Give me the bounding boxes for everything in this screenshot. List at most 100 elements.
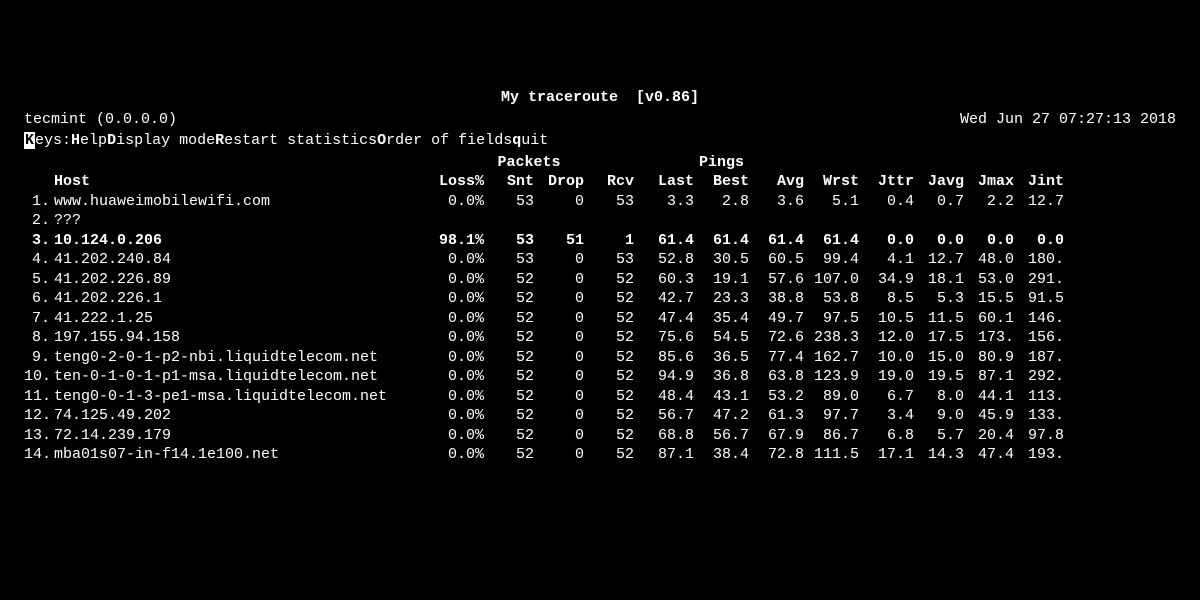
- row-rcv: 53: [584, 192, 634, 212]
- row-host: 197.155.94.158: [54, 328, 424, 348]
- row-javg: 17.5: [914, 328, 964, 348]
- row-wrst: 53.8: [804, 289, 859, 309]
- row-wrst: 89.0: [804, 387, 859, 407]
- row-jint: 180.: [1014, 250, 1064, 270]
- row-best: 47.2: [694, 406, 749, 426]
- row-wrst: 5.1: [804, 192, 859, 212]
- datetime: Wed Jun 27 07:27:13 2018: [960, 110, 1176, 130]
- row-index: 12.: [24, 406, 54, 426]
- row-avg: 3.6: [749, 192, 804, 212]
- row-snt: 52: [484, 348, 534, 368]
- col-last: Last: [634, 172, 694, 192]
- row-loss: 0.0%: [424, 426, 484, 446]
- row-index: 5.: [24, 270, 54, 290]
- row-host: ???: [54, 211, 424, 231]
- row-rcv: 53: [584, 250, 634, 270]
- row-jmax: 44.1: [964, 387, 1014, 407]
- key-order[interactable]: Order of fields: [377, 132, 512, 149]
- row-last: 75.6: [634, 328, 694, 348]
- row-rcv: 1: [584, 231, 634, 251]
- row-wrst: 111.5: [804, 445, 859, 465]
- row-drop: 0: [534, 309, 584, 329]
- row-javg: 5.3: [914, 289, 964, 309]
- key-restart[interactable]: Restart statistics: [215, 132, 377, 149]
- row-loss: 0.0%: [424, 309, 484, 329]
- row-jmax: 87.1: [964, 367, 1014, 387]
- row-best: 61.4: [694, 231, 749, 251]
- results-table: Host Loss% Snt Drop Rcv Last Best Avg Wr…: [24, 172, 1176, 465]
- row-avg: 57.6: [749, 270, 804, 290]
- row-drop: 0: [534, 367, 584, 387]
- col-rcv: Rcv: [584, 172, 634, 192]
- row-loss: 0.0%: [424, 289, 484, 309]
- row-drop: 0: [534, 250, 584, 270]
- row-best: 38.4: [694, 445, 749, 465]
- row-last: 56.7: [634, 406, 694, 426]
- row-best: 23.3: [694, 289, 749, 309]
- row-avg: 63.8: [749, 367, 804, 387]
- row-avg: [749, 211, 804, 231]
- row-drop: 0: [534, 328, 584, 348]
- row-drop: [534, 211, 584, 231]
- row-javg: 14.3: [914, 445, 964, 465]
- row-jttr: 6.7: [859, 387, 914, 407]
- row-wrst: 86.7: [804, 426, 859, 446]
- row-host: teng0-0-1-3-pe1-msa.liquidtelecom.net: [54, 387, 424, 407]
- row-rcv: 52: [584, 406, 634, 426]
- row-host: ten-0-1-0-1-p1-msa.liquidtelecom.net: [54, 367, 424, 387]
- keys-line: Keys:HelpDisplay modeRestart statisticsO…: [24, 131, 1176, 151]
- row-loss: 0.0%: [424, 387, 484, 407]
- row-jint: 97.8: [1014, 426, 1064, 446]
- row-best: 36.8: [694, 367, 749, 387]
- hostname: tecmint (0.0.0.0): [24, 110, 177, 130]
- row-javg: 9.0: [914, 406, 964, 426]
- row-last: 52.8: [634, 250, 694, 270]
- row-last: 68.8: [634, 426, 694, 446]
- row-drop: 0: [534, 406, 584, 426]
- row-host: 41.202.240.84: [54, 250, 424, 270]
- col-jttr: Jttr: [859, 172, 914, 192]
- row-best: 43.1: [694, 387, 749, 407]
- row-index: 3.: [24, 231, 54, 251]
- row-jttr: 10.5: [859, 309, 914, 329]
- row-jint: 292.: [1014, 367, 1064, 387]
- row-wrst: 99.4: [804, 250, 859, 270]
- keys-label-k: K: [24, 132, 35, 149]
- row-jttr: 6.8: [859, 426, 914, 446]
- row-snt: 53: [484, 192, 534, 212]
- row-snt: 53: [484, 250, 534, 270]
- row-wrst: 123.9: [804, 367, 859, 387]
- row-index: 8.: [24, 328, 54, 348]
- section-headers: Packets Pings: [24, 153, 1176, 173]
- key-help[interactable]: Help: [71, 132, 107, 149]
- row-avg: 61.3: [749, 406, 804, 426]
- row-index: 4.: [24, 250, 54, 270]
- row-host: teng0-2-0-1-p2-nbi.liquidtelecom.net: [54, 348, 424, 368]
- row-best: 36.5: [694, 348, 749, 368]
- row-snt: 52: [484, 309, 534, 329]
- row-avg: 49.7: [749, 309, 804, 329]
- row-rcv: 52: [584, 387, 634, 407]
- row-jint: 113.: [1014, 387, 1064, 407]
- row-javg: [914, 211, 964, 231]
- row-javg: 12.7: [914, 250, 964, 270]
- row-best: 2.8: [694, 192, 749, 212]
- row-index: 14.: [24, 445, 54, 465]
- row-jint: 156.: [1014, 328, 1064, 348]
- app-title: My traceroute [v0.86]: [24, 88, 1176, 108]
- row-drop: 0: [534, 192, 584, 212]
- top-bar: tecmint (0.0.0.0) Wed Jun 27 07:27:13 20…: [24, 110, 1176, 130]
- row-javg: 8.0: [914, 387, 964, 407]
- key-quit[interactable]: quit: [512, 132, 548, 149]
- row-snt: 52: [484, 328, 534, 348]
- row-wrst: 107.0: [804, 270, 859, 290]
- row-last: 42.7: [634, 289, 694, 309]
- row-wrst: 238.3: [804, 328, 859, 348]
- row-index: 7.: [24, 309, 54, 329]
- key-display-mode[interactable]: Display mode: [107, 132, 215, 149]
- row-index: 9.: [24, 348, 54, 368]
- pings-header: Pings: [634, 153, 1176, 173]
- row-avg: 72.8: [749, 445, 804, 465]
- row-loss: 0.0%: [424, 270, 484, 290]
- row-wrst: 162.7: [804, 348, 859, 368]
